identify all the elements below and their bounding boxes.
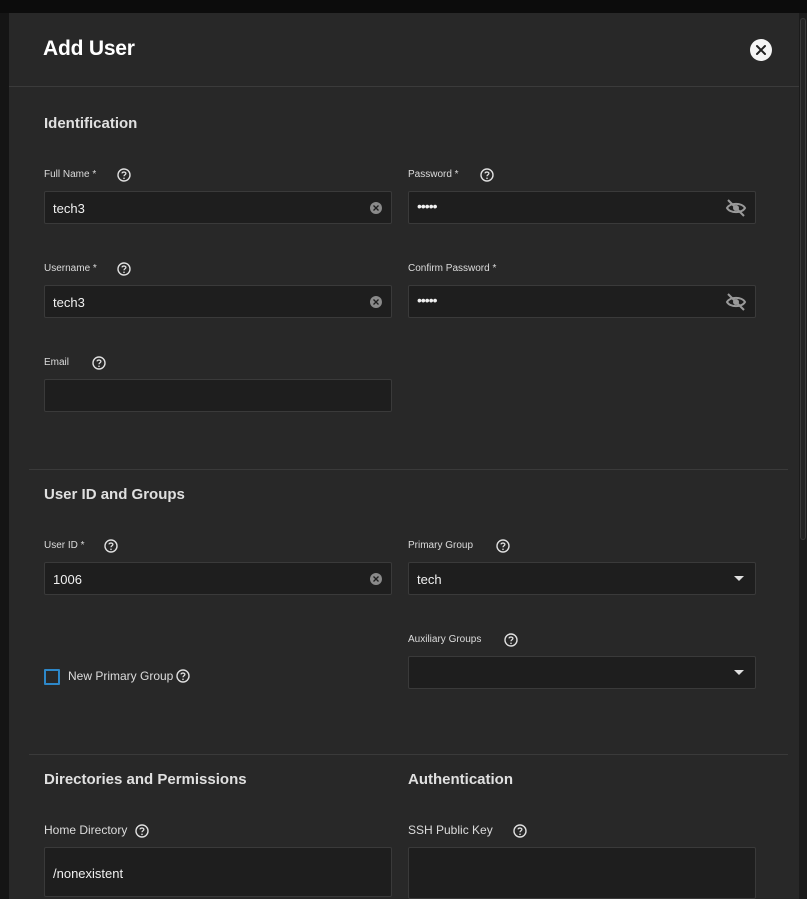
password-label: Password * bbox=[408, 169, 459, 180]
confirm-password-value: ••••• bbox=[417, 292, 437, 308]
username-input[interactable]: tech3 bbox=[44, 285, 392, 318]
full-name-input[interactable]: tech3 bbox=[44, 191, 392, 224]
confirm-password-label: Confirm Password * bbox=[408, 263, 497, 274]
primary-group-select[interactable]: tech bbox=[408, 562, 756, 595]
help-icon[interactable] bbox=[92, 356, 106, 370]
home-directory-value: /nonexistent bbox=[53, 866, 124, 881]
username-label: Username * bbox=[44, 263, 97, 274]
section-divider bbox=[29, 754, 788, 755]
clear-user-id-button[interactable] bbox=[370, 573, 382, 585]
home-directory-label: Home Directory bbox=[44, 823, 128, 837]
help-icon[interactable] bbox=[176, 669, 190, 683]
scrollbar[interactable] bbox=[799, 13, 807, 899]
section-authentication-title: Authentication bbox=[408, 771, 513, 788]
close-button[interactable] bbox=[750, 39, 772, 61]
help-icon[interactable] bbox=[480, 168, 494, 182]
dropdown-arrow-icon bbox=[734, 670, 744, 675]
section-identification-title: Identification bbox=[44, 115, 138, 132]
email-label: Email bbox=[44, 357, 70, 368]
visibility-off-icon[interactable] bbox=[725, 291, 747, 313]
add-user-dialog: Add User Identification Full Name * tech… bbox=[9, 13, 799, 899]
home-directory-input[interactable]: /nonexistent bbox=[44, 847, 392, 897]
clear-icon bbox=[373, 299, 379, 305]
help-icon[interactable] bbox=[104, 539, 118, 553]
clear-full-name-button[interactable] bbox=[370, 202, 382, 214]
section-directories-title: Directories and Permissions bbox=[44, 771, 247, 788]
help-icon[interactable] bbox=[117, 168, 131, 182]
password-value: ••••• bbox=[417, 198, 437, 214]
user-id-value: 1006 bbox=[53, 572, 82, 587]
confirm-password-input[interactable]: ••••• bbox=[408, 285, 756, 318]
new-primary-group-checkbox[interactable] bbox=[44, 669, 60, 685]
close-icon bbox=[756, 45, 766, 55]
help-icon[interactable] bbox=[496, 539, 510, 553]
username-value: tech3 bbox=[53, 295, 85, 310]
help-icon[interactable] bbox=[117, 262, 131, 276]
clear-icon bbox=[373, 576, 379, 582]
auxiliary-groups-select[interactable] bbox=[408, 656, 756, 689]
primary-group-value: tech bbox=[417, 572, 442, 587]
clear-username-button[interactable] bbox=[370, 296, 382, 308]
full-name-label: Full Name * bbox=[44, 169, 97, 180]
scrollbar-thumb[interactable] bbox=[800, 18, 806, 540]
primary-group-label: Primary Group bbox=[408, 540, 474, 551]
background-strip bbox=[0, 0, 807, 13]
help-icon[interactable] bbox=[513, 824, 527, 838]
visibility-off-icon[interactable] bbox=[725, 197, 747, 219]
auxiliary-groups-label: Auxiliary Groups bbox=[408, 634, 482, 645]
new-primary-group-label[interactable]: New Primary Group bbox=[68, 669, 173, 683]
dialog-title: Add User bbox=[43, 37, 135, 60]
dialog-header: Add User bbox=[9, 13, 799, 87]
full-name-value: tech3 bbox=[53, 201, 85, 216]
help-icon[interactable] bbox=[504, 633, 518, 647]
section-divider bbox=[29, 469, 788, 470]
clear-icon bbox=[373, 205, 379, 211]
password-input[interactable]: ••••• bbox=[408, 191, 756, 224]
dropdown-arrow-icon bbox=[734, 576, 744, 581]
help-icon[interactable] bbox=[135, 824, 149, 838]
ssh-public-key-textarea[interactable] bbox=[408, 847, 756, 899]
section-user-id-groups-title: User ID and Groups bbox=[44, 486, 185, 503]
ssh-public-key-label: SSH Public Key bbox=[408, 823, 493, 837]
user-id-label: User ID * bbox=[44, 540, 85, 551]
email-input[interactable] bbox=[44, 379, 392, 412]
user-id-input[interactable]: 1006 bbox=[44, 562, 392, 595]
